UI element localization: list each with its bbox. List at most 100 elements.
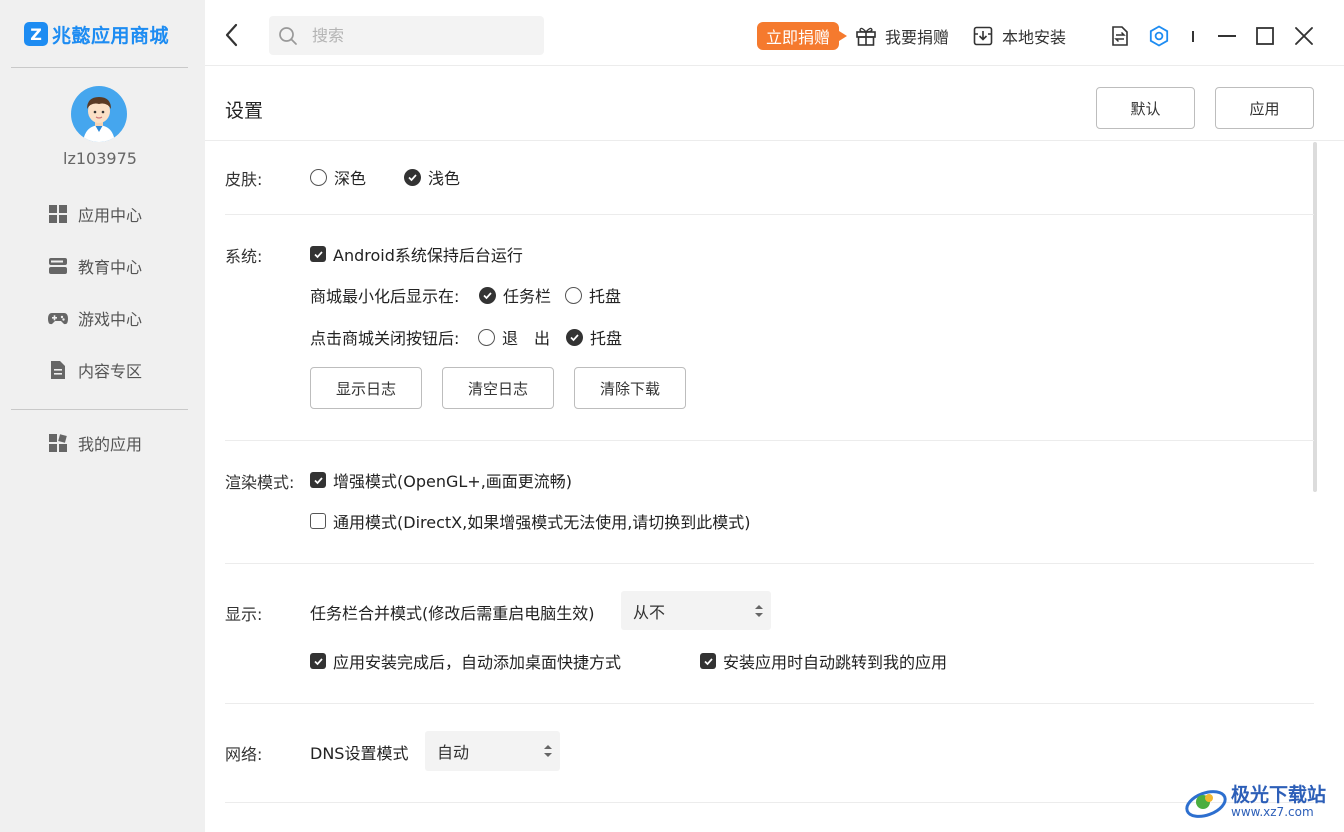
minimize-tray-radio[interactable]: 托盘	[565, 284, 621, 306]
checkbox-label: 增强模式(OpenGL+,画面更流畅)	[333, 472, 573, 491]
gamepad-icon	[48, 313, 68, 325]
section-divider	[225, 703, 1314, 704]
taskbar-merge-select[interactable]: 从不	[621, 591, 771, 630]
sidebar-divider	[11, 409, 188, 410]
close-icon	[1295, 27, 1313, 45]
clear-log-button[interactable]: 清空日志	[442, 367, 554, 409]
close-exit-radio[interactable]: 退 出	[478, 326, 550, 348]
username: lz103975	[63, 149, 137, 168]
checkbox-label: 应用安装完成后，自动添加桌面快捷方式	[333, 653, 622, 672]
section-divider	[225, 563, 1314, 564]
watermark-text: 极光下载站 www.xz7.com	[1231, 785, 1326, 819]
sidebar: Z 兆懿应用商城 lz103975 应用中心 教育中心 游戏中心 内容专区 我的…	[0, 0, 200, 832]
jump-to-my-apps-checkbox[interactable]: 安装应用时自动跳转到我的应用	[700, 650, 947, 672]
sidebar-item-content-zone[interactable]: 内容专区	[48, 357, 142, 383]
radio-label: 托盘	[589, 287, 622, 306]
checkbox-checked	[700, 653, 716, 669]
render-label: 渲染模式:	[225, 473, 295, 492]
gift-icon	[856, 27, 876, 46]
radio-label: 退 出	[502, 329, 551, 348]
checkbox-checked	[310, 653, 326, 669]
settings-button[interactable]	[1147, 24, 1171, 48]
keep-running-checkbox[interactable]: Android系统保持后台运行	[310, 243, 523, 265]
local-install-button[interactable]: 本地安装	[972, 24, 1066, 48]
radio-label: 任务栏	[503, 287, 552, 306]
checkbox-checked	[310, 246, 326, 262]
radio-unchecked	[478, 328, 495, 346]
grid-icon	[49, 434, 67, 452]
checkbox-label: 通用模式(DirectX,如果增强模式无法使用,请切换到此模式)	[333, 513, 751, 532]
sidebar-item-label: 内容专区	[78, 362, 143, 381]
checkbox-label: 安装应用时自动跳转到我的应用	[723, 653, 948, 672]
grid-icon	[49, 205, 67, 223]
sidebar-item-app-center[interactable]: 应用中心	[48, 201, 142, 227]
settings-panel: 立即捐赠 我要捐赠 本地安装	[205, 0, 1344, 832]
radio-checked	[479, 286, 496, 304]
skin-light-radio[interactable]: 浅色	[404, 166, 460, 188]
back-button[interactable]	[221, 22, 243, 48]
search-input[interactable]	[312, 26, 512, 45]
sidebar-item-label: 我的应用	[78, 435, 143, 454]
render-enhanced-checkbox[interactable]: 增强模式(OpenGL+,画面更流畅)	[310, 469, 572, 491]
check-icon	[313, 657, 323, 665]
render-general-checkbox[interactable]: 通用模式(DirectX,如果增强模式无法使用,请切换到此模式)	[310, 510, 751, 532]
separator-icon	[1181, 24, 1205, 48]
chevron-left-icon	[225, 23, 238, 47]
skin-dark-radio[interactable]: 深色	[310, 166, 366, 188]
file-transfer-button[interactable]	[1108, 24, 1132, 48]
sidebar-item-label: 应用中心	[78, 206, 143, 225]
radio-unchecked	[565, 286, 582, 304]
book-icon	[49, 258, 67, 274]
document-icon	[51, 361, 65, 379]
page-title: 设置	[225, 100, 264, 122]
clear-downloads-button[interactable]: 清除下载	[574, 367, 686, 409]
sort-arrows-icon	[755, 604, 763, 617]
dns-select[interactable]: 自动	[425, 731, 560, 771]
section-divider	[225, 802, 1314, 803]
watermark: 极光下载站 www.xz7.com	[1183, 778, 1326, 826]
minimize-taskbar-radio[interactable]: 任务栏	[479, 284, 551, 306]
minimize-button[interactable]	[1215, 24, 1239, 48]
watermark-title: 极光下载站	[1231, 783, 1327, 806]
select-value: 自动	[437, 743, 470, 762]
app-logo: Z 兆懿应用商城	[24, 20, 169, 48]
donate-button[interactable]: 我要捐赠	[855, 24, 949, 48]
close-tray-radio[interactable]: 托盘	[566, 326, 622, 348]
avatar[interactable]	[71, 86, 127, 142]
check-icon	[570, 333, 579, 341]
checkbox-checked	[310, 472, 326, 488]
local-install-label: 本地安装	[1002, 28, 1067, 47]
watermark-url: www.xz7.com	[1231, 804, 1314, 819]
shortcut-checkbox[interactable]: 应用安装完成后，自动添加桌面快捷方式	[310, 650, 621, 672]
minimize-label: 商城最小化后显示在:	[310, 287, 460, 306]
top-bar: 立即捐赠 我要捐赠 本地安装	[205, 0, 1344, 66]
download-box-icon	[973, 26, 993, 46]
sidebar-item-my-apps[interactable]: 我的应用	[48, 430, 142, 456]
apply-button[interactable]: 应用	[1215, 87, 1314, 129]
maximize-button[interactable]	[1253, 24, 1277, 48]
minimize-icon	[1218, 35, 1236, 37]
checkbox-unchecked	[310, 513, 326, 529]
dns-label: DNS设置模式	[310, 744, 409, 763]
search-icon	[279, 26, 297, 45]
check-icon	[313, 476, 323, 484]
donate-now-button[interactable]: 立即捐赠	[757, 22, 848, 50]
logo-mark: Z	[24, 22, 48, 46]
close-button[interactable]	[1292, 24, 1316, 48]
radio-unchecked	[310, 168, 327, 186]
file-transfer-icon	[1112, 26, 1128, 46]
sidebar-item-game-center[interactable]: 游戏中心	[48, 305, 142, 331]
sort-arrows-icon	[544, 745, 552, 757]
default-button[interactable]: 默认	[1096, 87, 1195, 129]
sidebar-item-education-center[interactable]: 教育中心	[48, 253, 142, 279]
check-icon	[313, 250, 323, 258]
search-box[interactable]	[269, 16, 544, 55]
radio-checked	[566, 328, 583, 346]
system-label: 系统:	[225, 247, 263, 266]
radio-label: 深色	[334, 169, 367, 188]
sidebar-item-label: 教育中心	[78, 258, 143, 277]
radio-label: 浅色	[428, 169, 461, 188]
show-log-button[interactable]: 显示日志	[310, 367, 422, 409]
check-icon	[703, 657, 713, 665]
maximize-icon	[1256, 27, 1274, 45]
